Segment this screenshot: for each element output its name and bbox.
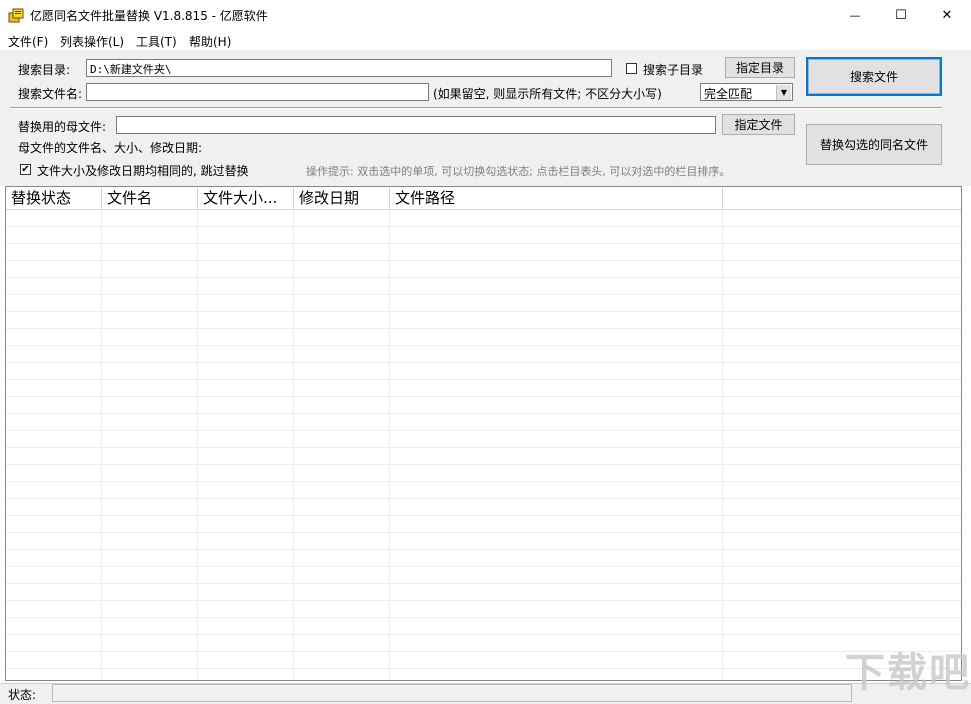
search-subdir-checkbox[interactable] — [626, 63, 637, 74]
maximize-icon: ☐ — [895, 7, 907, 23]
match-mode-select[interactable]: 完全匹配 ▼ — [700, 83, 793, 101]
watermark: 下载吧 — [845, 650, 971, 696]
file-list[interactable]: 替换状态 文件名 文件大小... 修改日期 文件路径 — [5, 186, 962, 681]
column-header-filename[interactable]: 文件名 — [102, 187, 198, 209]
grid-line — [101, 210, 102, 680]
status-field — [52, 684, 852, 702]
match-mode-value: 完全匹配 — [704, 87, 753, 101]
close-icon: ✕ — [941, 7, 953, 23]
search-dir-input[interactable]: D:\新建文件夹\ — [86, 59, 612, 77]
search-filename-input[interactable] — [86, 83, 429, 101]
choose-dir-button[interactable]: 指定目录 — [725, 57, 795, 78]
menu-tools[interactable]: 工具(T) — [136, 33, 177, 50]
search-files-button[interactable]: 搜索文件 — [806, 57, 942, 96]
grid-line — [722, 210, 723, 680]
column-header-filesize[interactable]: 文件大小... — [198, 187, 294, 209]
chevron-down-icon: ▼ — [776, 85, 791, 100]
search-filename-label: 搜索文件名: — [18, 87, 83, 101]
minimize-button[interactable]: — — [832, 0, 878, 30]
source-file-label: 替换用的母文件: — [18, 120, 107, 134]
source-info-label: 母文件的文件名、大小、修改日期: — [18, 141, 203, 155]
menu-list-ops[interactable]: 列表操作(L) — [60, 33, 124, 50]
column-header-path[interactable]: 文件路径 — [390, 187, 723, 209]
search-subdir-label: 搜索子目录 — [643, 63, 704, 77]
app-icon — [8, 8, 24, 23]
window-title: 亿愿同名文件批量替换 V1.8.815 - 亿愿软件 — [30, 9, 268, 23]
filename-hint: (如果留空, 则显示所有文件; 不区分大小写) — [433, 87, 662, 101]
grid-line — [293, 210, 294, 680]
status-label: 状态: — [8, 688, 37, 702]
menu-file[interactable]: 文件(F) — [8, 33, 48, 50]
list-header: 替换状态 文件名 文件大小... 修改日期 文件路径 — [6, 187, 961, 210]
operation-tip: 操作提示: 双击选中的单项, 可以切换勾选状态; 点击栏目表头, 可以对选中的栏… — [306, 165, 731, 178]
replace-checked-button[interactable]: 替换勾选的同名文件 — [806, 124, 942, 165]
source-file-input[interactable] — [116, 116, 716, 134]
check-icon: ✔ — [21, 163, 30, 175]
grid-line — [197, 210, 198, 680]
maximize-button[interactable]: ☐ — [878, 0, 924, 30]
separator — [10, 107, 942, 109]
menu-help[interactable]: 帮助(H) — [189, 33, 231, 50]
search-dir-label: 搜索目录: — [18, 63, 71, 77]
minimize-icon: — — [849, 8, 861, 22]
skip-same-checkbox[interactable]: ✔ — [20, 164, 31, 175]
column-header-status[interactable]: 替换状态 — [6, 187, 102, 209]
close-button[interactable]: ✕ — [924, 0, 970, 30]
choose-file-button[interactable]: 指定文件 — [722, 114, 795, 135]
column-header-modified[interactable]: 修改日期 — [294, 187, 390, 209]
list-grid — [6, 210, 961, 680]
grid-line — [389, 210, 390, 680]
skip-same-label: 文件大小及修改日期均相同的, 跳过替换 — [37, 164, 249, 178]
